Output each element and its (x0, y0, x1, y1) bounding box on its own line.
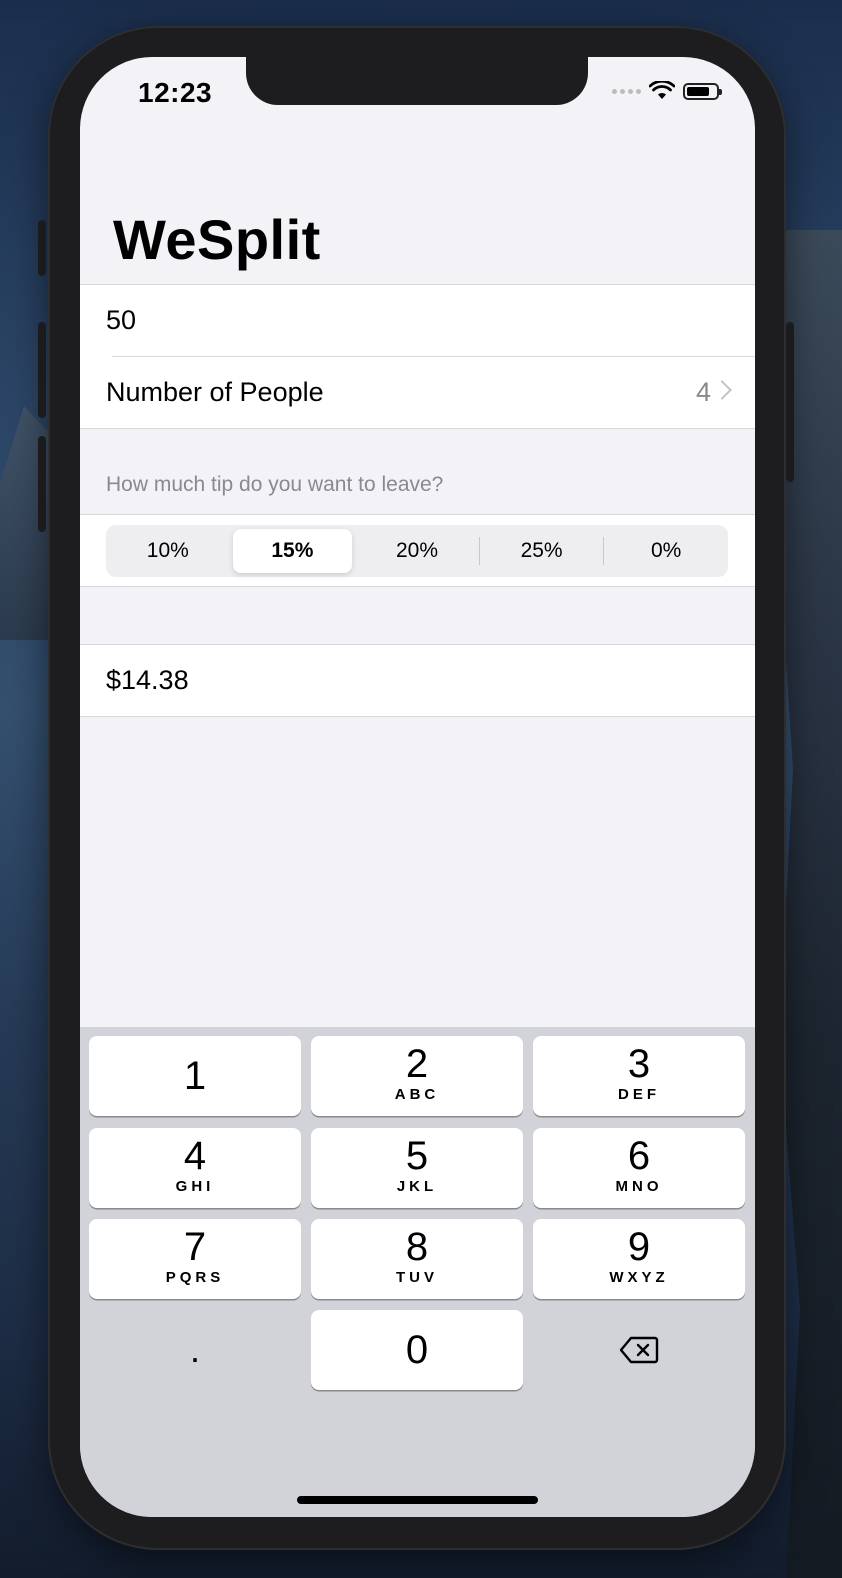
tip-option-0[interactable]: 0% (606, 529, 726, 573)
numeric-keypad: 1 2 ABC 3 DEF 4 GHI 5 JKL 6 MNO 7 PQRS 8… (80, 1027, 755, 1517)
cellular-signal-icon (612, 88, 641, 94)
battery-icon (683, 82, 722, 100)
key-6[interactable]: 6 MNO (533, 1128, 745, 1208)
segment-divider (478, 537, 480, 565)
key-7[interactable]: 7 PQRS (89, 1219, 301, 1299)
number-of-people-picker[interactable]: Number of People 4 (80, 357, 755, 428)
tip-segmented-control: 10% 15% 20% 25% 0% (106, 525, 728, 577)
tip-section-header: How much tip do you want to leave? (106, 473, 444, 496)
amount-field[interactable]: 50 (80, 285, 755, 356)
key-3[interactable]: 3 DEF (533, 1036, 745, 1116)
key-2[interactable]: 2 ABC (311, 1036, 523, 1116)
result-section: $14.38 (80, 644, 755, 717)
tip-option-25[interactable]: 25% (482, 529, 602, 573)
chevron-right-icon (712, 380, 732, 400)
tip-option-15[interactable]: 15% (232, 529, 353, 573)
delete-backward-icon (619, 1336, 659, 1364)
home-indicator (297, 1496, 538, 1504)
key-5[interactable]: 5 JKL (311, 1128, 523, 1208)
volume-down-button (38, 436, 46, 532)
segment-divider (603, 537, 605, 565)
status-time: 12:23 (138, 77, 213, 108)
wifi-icon (649, 81, 675, 99)
people-label: Number of People (106, 377, 324, 407)
segment-divider (354, 537, 355, 565)
tip-section: 10% 15% 20% 25% 0% (80, 514, 755, 587)
notch (246, 57, 588, 105)
result-row: $14.38 (80, 645, 755, 716)
segment-divider (230, 537, 231, 565)
volume-up-button (38, 322, 46, 418)
key-0[interactable]: 0 (311, 1310, 523, 1390)
total-per-person: $14.38 (106, 665, 189, 695)
power-button (786, 322, 794, 482)
tip-option-20[interactable]: 20% (357, 529, 477, 573)
people-value: 4 (695, 377, 711, 407)
input-section: 50 Number of People 4 (80, 284, 755, 429)
key-1[interactable]: 1 (89, 1036, 301, 1116)
app-screen: 12:23 WeSplit 50 Number of People 4 How … (80, 57, 755, 1517)
key-8[interactable]: 8 TUV (311, 1219, 523, 1299)
key-decimal[interactable]: . (89, 1310, 301, 1390)
tip-option-10[interactable]: 10% (108, 529, 228, 573)
amount-value: 50 (106, 305, 137, 335)
delete-key[interactable] (533, 1310, 745, 1390)
key-4[interactable]: 4 GHI (89, 1128, 301, 1208)
status-indicators (612, 81, 722, 101)
mute-switch (38, 220, 46, 276)
key-9[interactable]: 9 WXYZ (533, 1219, 745, 1299)
page-title: WeSplit (113, 208, 321, 271)
